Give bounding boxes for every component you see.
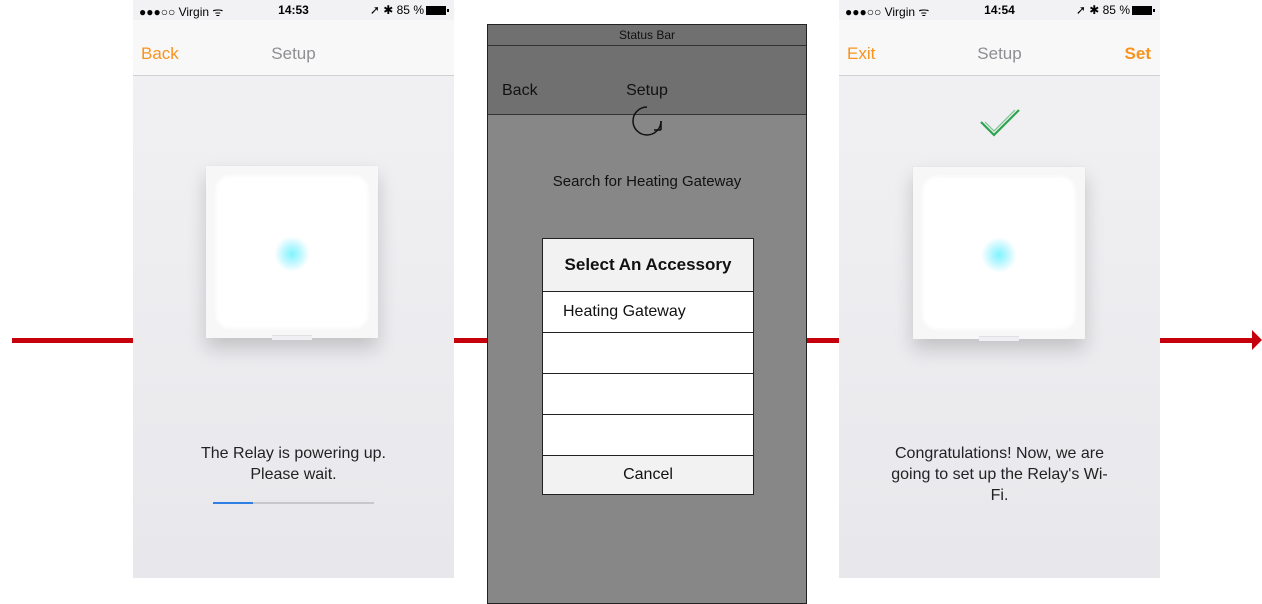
led-glow	[274, 236, 310, 272]
accessory-item[interactable]	[543, 415, 753, 456]
screen-select-accessory: Status Bar Back Setup Search for Heating…	[487, 24, 807, 604]
led-glow	[981, 237, 1017, 273]
status-bar: ●●●○○ Virgin ᯤ 14:54 ➚ ✱ 85 %	[839, 0, 1160, 20]
accessory-item[interactable]: Heating Gateway	[543, 292, 753, 333]
flow-line-4	[1160, 338, 1252, 343]
battery-icon	[1132, 6, 1155, 15]
flow-arrow-head	[1252, 330, 1262, 350]
nav-title: Setup	[977, 44, 1022, 63]
checkmark-icon	[980, 109, 1020, 137]
nav-bar: Exit Setup Set	[839, 20, 1160, 76]
dialog-title: Select An Accessory	[543, 239, 753, 292]
cancel-button[interactable]: Cancel	[543, 456, 753, 494]
search-status-text: Search for Heating Gateway	[552, 173, 742, 190]
status-bar: ●●●○○ Virgin ᯤ 14:53 ➚ ✱ 85 %	[133, 0, 454, 20]
relay-device-image	[206, 166, 378, 340]
accessory-item[interactable]	[543, 333, 753, 374]
battery-status: ➚ ✱ 85 %	[370, 3, 449, 17]
congrats-message: Congratulations! Now, we are going to se…	[891, 445, 1108, 504]
progress-fill	[213, 502, 254, 504]
flow-line-1	[12, 338, 134, 343]
refresh-icon	[632, 106, 662, 136]
flow-line-3	[806, 338, 839, 343]
screen-powering-up: ●●●○○ Virgin ᯤ 14:53 ➚ ✱ 85 % Back Setup…	[133, 0, 454, 578]
progress-bar	[213, 502, 374, 504]
nav-title: Setup	[271, 44, 316, 63]
relay-device-image	[913, 167, 1085, 341]
status-message: The Relay is powering up. Please wait.	[201, 445, 386, 483]
accessory-dialog: Select An Accessory Heating Gateway Canc…	[542, 238, 754, 495]
nav-title: Setup	[626, 82, 668, 99]
battery-icon	[426, 6, 449, 15]
flow-line-2	[454, 338, 487, 343]
accessory-item[interactable]	[543, 374, 753, 415]
screen-congratulations: ●●●○○ Virgin ᯤ 14:54 ➚ ✱ 85 % Exit Setup…	[839, 0, 1160, 578]
nav-bar: Back Setup	[133, 20, 454, 76]
set-button[interactable]: Set	[1125, 44, 1151, 64]
status-bar-placeholder: Status Bar	[488, 25, 806, 46]
battery-status: ➚ ✱ 85 %	[1076, 3, 1155, 17]
